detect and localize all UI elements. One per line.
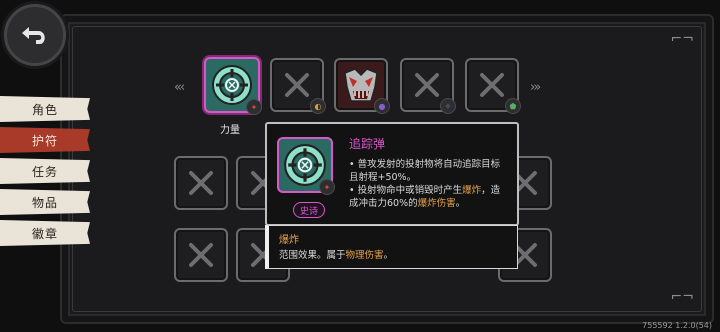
inventory-slot-empty[interactable] xyxy=(174,228,228,282)
monster-face-icon xyxy=(344,68,378,102)
tab-quest[interactable]: 任务 xyxy=(0,158,90,184)
purple-badge-icon: ● xyxy=(374,98,390,114)
empty-slot-x-icon xyxy=(189,243,213,267)
keyword-description: 范围效果。属于物理伤害。 xyxy=(279,247,393,261)
keyword-explosion[interactable]: 爆炸 xyxy=(462,185,481,196)
keyword-physical-damage: 物理伤害 xyxy=(345,250,384,261)
rarity-tag: 史诗 xyxy=(293,202,325,218)
version-label: 755592 1.2.0(54) xyxy=(642,321,712,330)
talisman-slot-empty[interactable]: ✧ xyxy=(400,58,456,114)
talisman-slot-empty[interactable]: ⬟ xyxy=(465,58,521,114)
tab-badges[interactable]: 徽章 xyxy=(0,220,90,246)
gold-badge-icon: ◐ xyxy=(310,98,326,114)
keyword-explosion-damage[interactable]: 爆炸伤害 xyxy=(418,198,456,209)
keyword-desc-text: 。 xyxy=(383,250,394,261)
corner-ornament-icon: ⌐¬ xyxy=(670,31,694,47)
empty-slot-x-icon xyxy=(285,73,309,97)
tooltip-line-1: • 普攻发射的投射物将自动追踪目标且射程+50%。 xyxy=(349,159,501,183)
right-chevrons-icon: ›» xyxy=(530,80,541,95)
line2-text: • 投射物命中或销毁时产生 xyxy=(349,185,463,196)
talisman-slot-empty[interactable]: ◐ xyxy=(270,58,326,114)
slot-label-strength: 力量 xyxy=(220,125,240,136)
green-badge-icon: ⬟ xyxy=(505,98,521,114)
corner-ornament-icon: ⌐¬ xyxy=(670,289,694,305)
empty-slot-x-icon xyxy=(189,171,213,195)
keyword-desc-text: 范围效果。属于 xyxy=(279,250,346,261)
empty-slot-x-icon xyxy=(415,73,439,97)
tab-items[interactable]: 物品 xyxy=(0,189,90,215)
damage-type-badge-icon: ✦ xyxy=(246,99,262,115)
back-button[interactable] xyxy=(4,4,66,66)
damage-type-badge-icon: ✦ xyxy=(319,179,335,195)
tab-character[interactable]: 角色 xyxy=(0,96,90,122)
tooltip-title: 追踪弹 xyxy=(349,137,386,151)
item-tooltip: ✦ 史诗 追踪弹 • 普攻发射的投射物将自动追踪目标且射程+50%。 • 投射物… xyxy=(265,122,519,226)
keyword-tooltip: 爆炸 范围效果。属于物理伤害。 xyxy=(265,225,518,269)
tooltip-description: • 普攻发射的投射物将自动追踪目标且射程+50%。 • 投射物命中或销毁时产生爆… xyxy=(349,158,509,210)
side-tab-menu: 角色 护符 任务 物品 徽章 xyxy=(0,96,90,251)
empty-slot-x-icon xyxy=(480,73,504,97)
tooltip-item-icon: ✦ xyxy=(277,137,335,195)
talisman-slot-monster[interactable]: ● xyxy=(334,58,390,114)
crosshair-icon xyxy=(212,65,252,105)
keyword-title: 爆炸 xyxy=(279,235,299,246)
left-chevrons-icon: «‹ xyxy=(174,80,185,95)
line2-text: 。 xyxy=(455,198,466,209)
back-arrow-icon xyxy=(22,27,45,44)
blue-badge-icon: ✧ xyxy=(440,98,456,114)
inventory-slot-empty[interactable] xyxy=(174,156,228,210)
tab-talisman[interactable]: 护符 xyxy=(0,127,90,153)
tooltip-line-2: • 投射物命中或销毁时产生爆炸，造成冲击力60%的爆炸伤害。 xyxy=(349,184,509,210)
talisman-slot-selected[interactable]: ✦ xyxy=(204,57,262,115)
